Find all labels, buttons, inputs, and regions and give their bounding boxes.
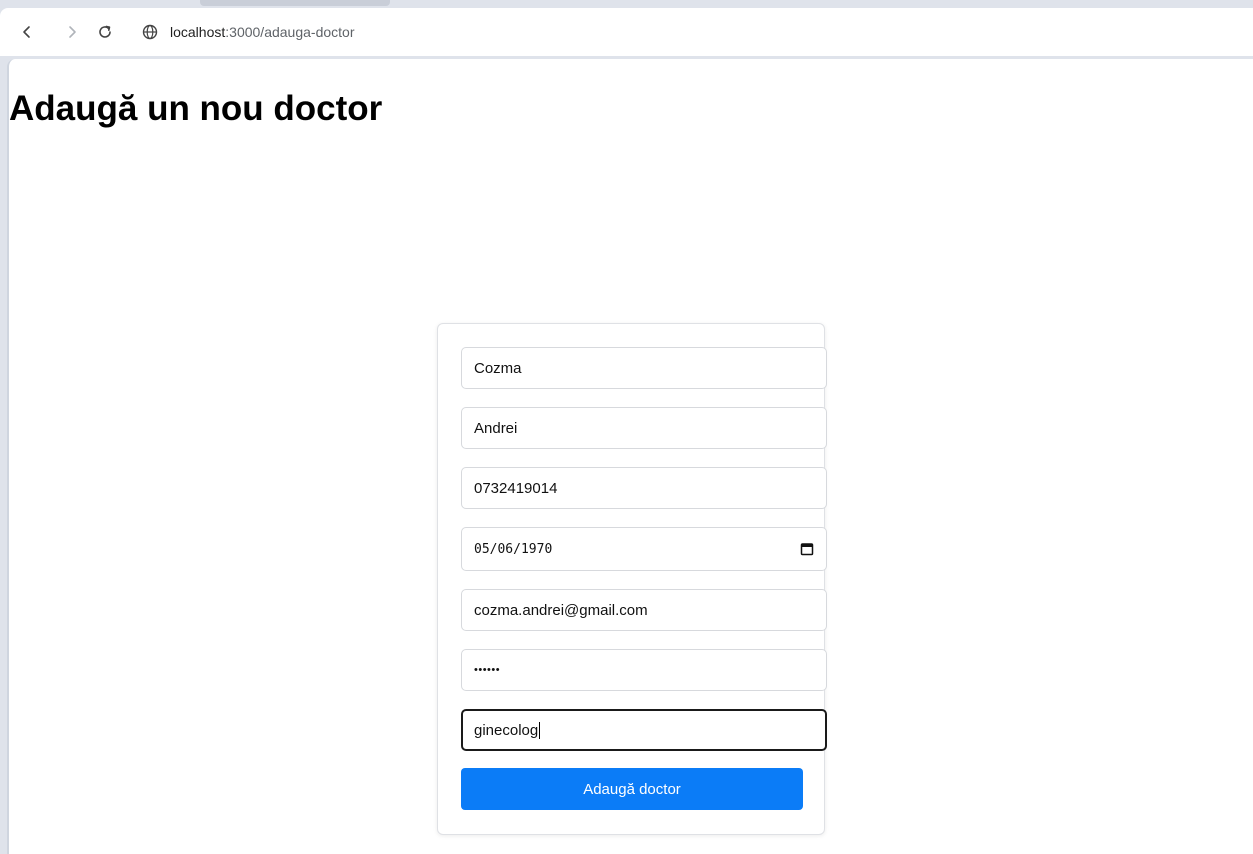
back-arrow-icon: [23, 26, 30, 38]
specialty-input[interactable]: ginecolog: [461, 709, 827, 751]
email-input[interactable]: cozma.andrei@gmail.com: [461, 589, 827, 631]
add-doctor-form: Cozma Andrei 0732419014 05/06/1970 cozma…: [437, 323, 827, 835]
last-name-input[interactable]: Cozma: [461, 347, 827, 389]
password-input[interactable]: ••••••: [461, 649, 827, 691]
url-host: localhost: [170, 24, 226, 40]
email-value: cozma.andrei@gmail.com: [474, 601, 648, 619]
page-viewport: Adaugă un nou doctor Cozma Andrei 073241…: [7, 59, 1253, 854]
first-name-input[interactable]: Andrei: [461, 407, 827, 449]
specialty-value: ginecolog: [474, 721, 539, 739]
globe-icon[interactable]: [141, 23, 159, 41]
forward-arrow-icon: [69, 26, 76, 38]
text-caret: [539, 721, 541, 739]
add-doctor-button[interactable]: Adaugă doctor: [461, 768, 803, 810]
reload-icon: [99, 25, 111, 38]
active-tab-edge: [200, 0, 390, 6]
last-name-value: Cozma: [474, 359, 522, 377]
birth-date-value: 05/06/1970: [474, 541, 553, 557]
password-value: ••••••: [474, 664, 501, 676]
address-bar[interactable]: localhost:3000/adauga-doctor: [170, 24, 354, 40]
reload-button[interactable]: [95, 22, 115, 42]
forward-button[interactable]: [62, 22, 82, 42]
browser-toolbar: localhost:3000/adauga-doctor: [0, 8, 1253, 56]
phone-input[interactable]: 0732419014: [461, 467, 827, 509]
back-button[interactable]: [17, 22, 37, 42]
birth-date-input[interactable]: 05/06/1970: [461, 527, 827, 571]
first-name-value: Andrei: [474, 419, 518, 437]
url-path: :3000/adauga-doctor: [225, 24, 355, 40]
calendar-icon[interactable]: [800, 542, 814, 556]
phone-value: 0732419014: [474, 479, 558, 497]
page-title: Adaugă un nou doctor: [9, 89, 383, 128]
